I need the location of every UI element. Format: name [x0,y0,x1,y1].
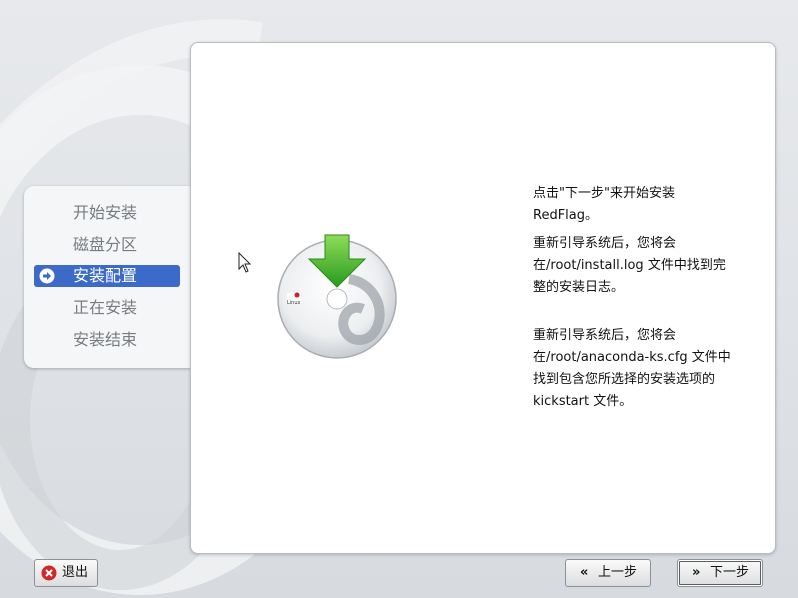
install-info-text: 点击"下一步"来开始安装RedFlag。 重新引导系统后，您将会在/root/i… [533,183,733,427]
step-install-finish: 安装结束 [34,329,180,351]
double-chevron-left-icon: « [580,565,589,580]
main-panel: Linux 点击"下一步"来开始安装RedFlag。 重新引导系统后，您将会在/… [190,42,776,554]
step-label: 开始安装 [73,203,138,222]
mouse-pointer-icon [238,252,252,273]
quit-label: 退出 [62,565,89,580]
step-install-config: 安装配置 [34,265,180,287]
next-label: 下一步 [710,565,750,580]
quit-button[interactable]: 退出 [34,559,98,587]
step-start-install: 开始安装 [34,202,180,224]
info-paragraph: 点击"下一步"来开始安装RedFlag。 [533,186,675,223]
info-paragraph: 重新引导系统后，您将会在/root/install.log 文件中找到完整的安装… [533,236,726,295]
step-label: 正在安装 [73,298,138,317]
next-button[interactable]: » 下一步 [677,559,763,587]
install-disc-icon: Linux [277,234,397,359]
step-label: 磁盘分区 [73,235,138,254]
back-button[interactable]: « 上一步 [565,559,651,587]
info-paragraph: 重新引导系统后，您将会在/root/anaconda-ks.cfg 文件中找到包… [533,328,731,409]
disc-logo-text: Linux [287,300,301,306]
steps-sidebar: 开始安装 磁盘分区 安装配置 正在安装 安装结束 [24,186,196,368]
step-label: 安装配置 [73,266,138,285]
step-label: 安装结束 [73,330,138,349]
back-label: 上一步 [598,565,638,580]
arrow-circle-icon [39,268,55,284]
step-disk-partition: 磁盘分区 [34,234,180,256]
step-installing: 正在安装 [34,297,180,319]
double-chevron-right-icon: » [692,565,701,580]
close-circle-icon [41,565,57,581]
